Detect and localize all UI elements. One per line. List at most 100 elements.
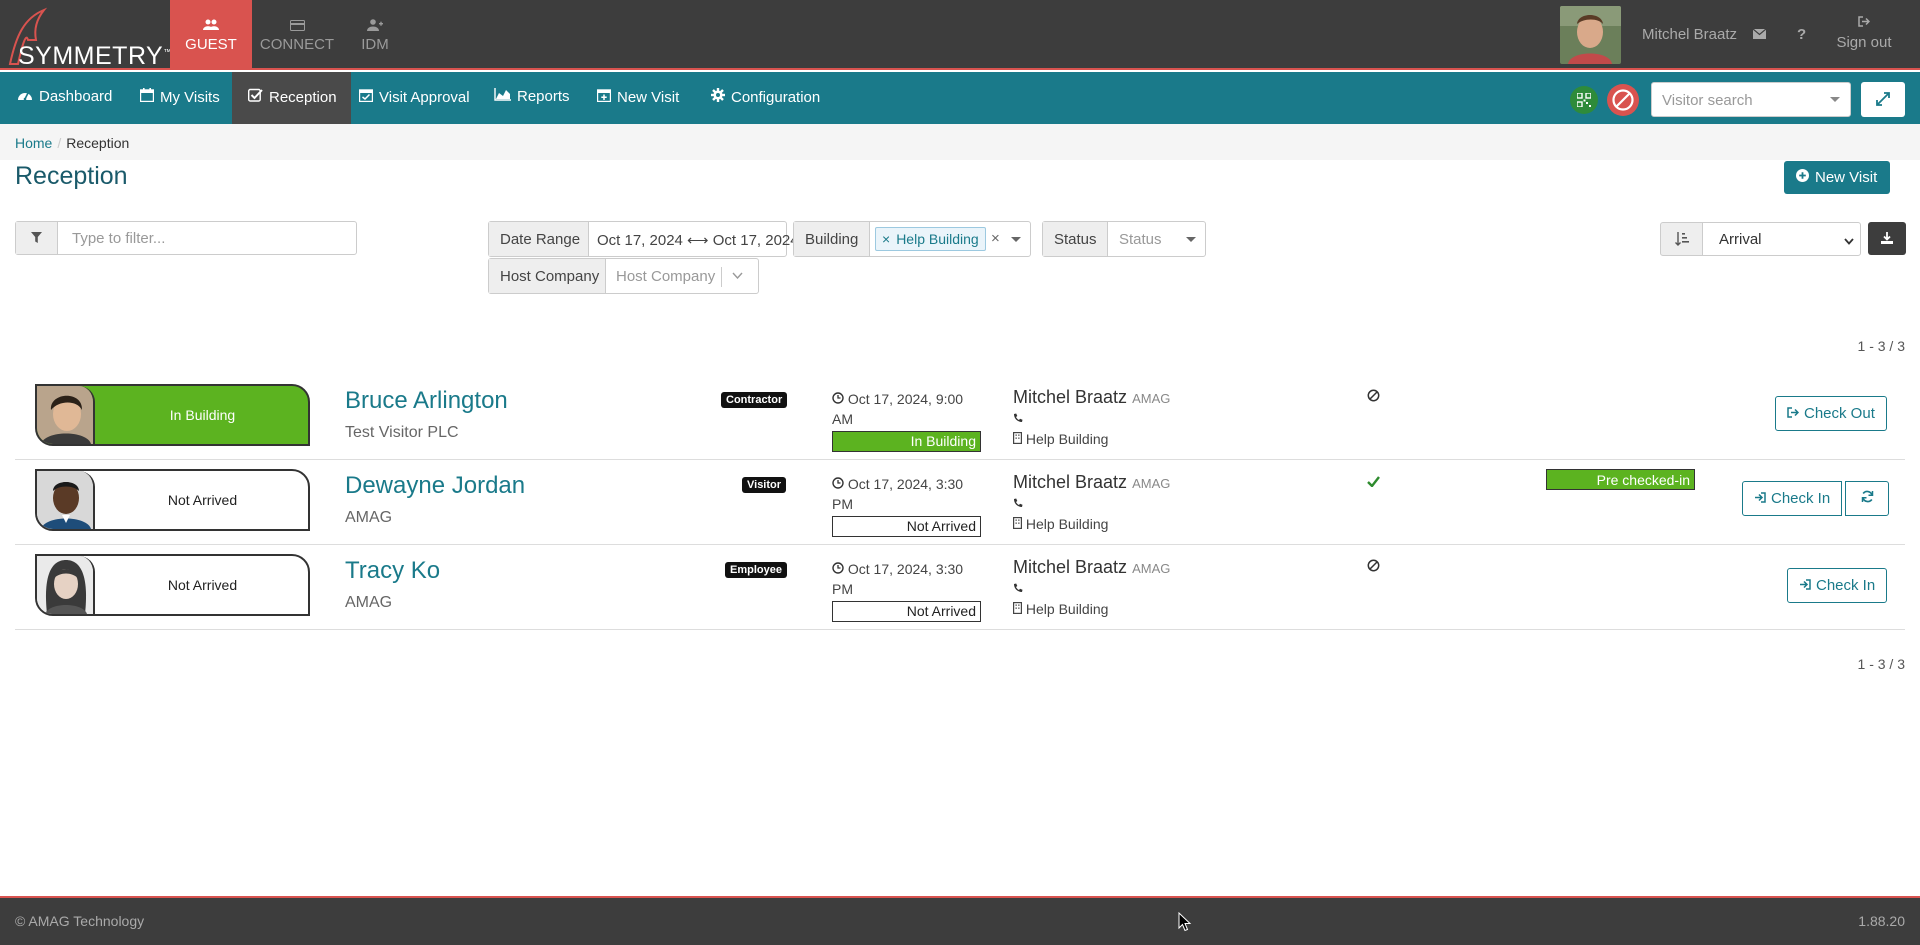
building-tag[interactable]: × Help Building bbox=[875, 227, 986, 251]
ban-icon bbox=[1367, 389, 1380, 405]
phone-icon bbox=[1013, 497, 1023, 511]
help-icon[interactable]: ? bbox=[1797, 26, 1806, 43]
visit-building: Help Building bbox=[1013, 431, 1108, 447]
check-icon bbox=[1367, 474, 1380, 490]
date-range-filter[interactable]: Date Range Oct 17, 2024 ⟷ Oct 17, 2024 bbox=[488, 221, 799, 257]
app-tab-idm[interactable]: IDM bbox=[334, 0, 416, 70]
nav-new-visit[interactable]: New Visit bbox=[596, 72, 679, 124]
visit-time: Oct 17, 2024, 3:30 PM bbox=[832, 559, 972, 599]
host-company-label: Host Company bbox=[489, 259, 606, 293]
remove-tag-icon[interactable]: × bbox=[882, 231, 890, 247]
sort-icon[interactable] bbox=[1660, 222, 1703, 256]
dashboard-icon bbox=[17, 88, 33, 105]
date-range-value[interactable]: Oct 17, 2024 ⟷ Oct 17, 2024 bbox=[597, 231, 799, 249]
visitor-photo bbox=[37, 556, 95, 614]
chevron-down-icon[interactable] bbox=[1186, 237, 1196, 242]
nav-reports[interactable]: Reports bbox=[494, 72, 570, 124]
user-avatar[interactable] bbox=[1560, 6, 1621, 64]
visitor-type-badge: Employee bbox=[725, 562, 787, 578]
chevron-down-icon[interactable] bbox=[1011, 237, 1021, 242]
host-company-placeholder[interactable]: Host Company bbox=[616, 268, 715, 285]
visit-row[interactable]: In Building Bruce Arlington Test Visitor… bbox=[15, 375, 1905, 460]
visit-building-text: Help Building bbox=[1025, 431, 1109, 447]
visit-building: Help Building bbox=[1013, 516, 1108, 532]
text-filter-input[interactable]: Type to filter... bbox=[72, 230, 165, 247]
divider bbox=[721, 267, 722, 287]
new-visit-button[interactable]: New Visit bbox=[1784, 161, 1890, 194]
check-in-label: Check In bbox=[1771, 490, 1831, 507]
building-filter[interactable]: Building × Help Building × bbox=[793, 221, 1031, 257]
mouse-cursor-icon bbox=[1178, 912, 1192, 932]
copyright: © AMAG Technology bbox=[15, 913, 145, 929]
filter-icon bbox=[16, 222, 58, 254]
check-in-button[interactable]: Check In bbox=[1742, 481, 1843, 516]
host-name-text: Mitchel Braatz bbox=[1013, 387, 1128, 407]
chevron-down-icon[interactable] bbox=[732, 266, 743, 282]
sign-out-button[interactable]: Sign out bbox=[1832, 16, 1896, 51]
status-filter[interactable]: Status Status bbox=[1042, 221, 1206, 257]
visit-time-line1: Oct 17, 2024, 9:00 bbox=[847, 391, 964, 407]
download-button[interactable] bbox=[1868, 222, 1906, 255]
visitor-name[interactable]: Dewayne Jordan bbox=[345, 472, 525, 500]
refresh-button[interactable] bbox=[1845, 481, 1889, 516]
host-name[interactable]: Mitchel Braatz AMAG bbox=[1013, 472, 1170, 493]
nav-label: Visit Approval bbox=[379, 89, 470, 106]
visitor-search-input[interactable]: Visitor search bbox=[1651, 82, 1851, 117]
qr-code-button[interactable] bbox=[1570, 86, 1598, 114]
visit-status-pill[interactable]: Not Arrived bbox=[35, 554, 310, 616]
host-name-text: Mitchel Braatz bbox=[1013, 557, 1128, 577]
visit-status-label: Not Arrived bbox=[832, 601, 981, 622]
sign-out-icon bbox=[1832, 16, 1896, 30]
fullscreen-button[interactable] bbox=[1861, 82, 1905, 117]
watchlist-block-button[interactable] bbox=[1607, 84, 1639, 116]
visit-status-label: Not Arrived bbox=[832, 516, 981, 537]
host-name[interactable]: Mitchel Braatz AMAG bbox=[1013, 387, 1170, 408]
user-name[interactable]: Mitchel Braatz bbox=[1642, 26, 1737, 43]
app-tab-connect[interactable]: CONNECT bbox=[256, 0, 338, 70]
download-icon bbox=[1881, 232, 1893, 244]
visit-status-pill[interactable]: In Building bbox=[35, 384, 310, 446]
host-company: AMAG bbox=[1132, 391, 1171, 406]
text-filter[interactable]: Type to filter... bbox=[15, 221, 357, 255]
building-icon bbox=[1013, 601, 1023, 617]
phone-icon bbox=[1013, 582, 1023, 596]
nav-reception[interactable]: Reception bbox=[232, 72, 351, 124]
visitor-name[interactable]: Tracy Ko bbox=[345, 557, 440, 585]
symmetry-logo[interactable]: SYMMETRY™ bbox=[6, 6, 171, 70]
sign-out-icon bbox=[1787, 407, 1800, 421]
app-tab-guest[interactable]: GUEST bbox=[170, 0, 252, 70]
check-in-button[interactable]: Check In bbox=[1787, 568, 1888, 603]
logo-text: SYMMETRY™ bbox=[18, 42, 172, 70]
envelope-icon[interactable] bbox=[1752, 26, 1767, 43]
host-name[interactable]: Mitchel Braatz AMAG bbox=[1013, 557, 1170, 578]
nav-dashboard[interactable]: Dashboard bbox=[17, 72, 112, 124]
host-company-filter[interactable]: Host Company Host Company bbox=[488, 258, 759, 294]
status-label: Status bbox=[1043, 222, 1108, 256]
expand-icon bbox=[1876, 92, 1890, 106]
visitor-name[interactable]: Bruce Arlington bbox=[345, 387, 508, 415]
visitor-type-badge: Contractor bbox=[721, 392, 788, 408]
building-icon bbox=[1013, 516, 1023, 532]
visit-status-pill[interactable]: Not Arrived bbox=[35, 469, 310, 531]
visitor-type-badge: Visitor bbox=[742, 477, 787, 493]
nav-visit-approval[interactable]: Visit Approval bbox=[358, 72, 470, 124]
pre-checked-in-badge: Pre checked-in bbox=[1546, 469, 1695, 490]
building-label: Building bbox=[794, 222, 870, 256]
breadcrumb-home[interactable]: Home bbox=[15, 135, 52, 151]
status-placeholder[interactable]: Status bbox=[1119, 231, 1162, 248]
visitor-photo bbox=[37, 386, 95, 444]
visit-row[interactable]: Not Arrived Dewayne Jordan AMAG Visitor … bbox=[15, 460, 1905, 545]
visit-row[interactable]: Not Arrived Tracy Ko AMAG Employee Oct 1… bbox=[15, 545, 1905, 630]
date-range-label: Date Range bbox=[489, 222, 589, 256]
check-out-button[interactable]: Check Out bbox=[1775, 396, 1887, 431]
users-icon bbox=[170, 18, 252, 34]
visit-status-label: In Building bbox=[832, 431, 981, 452]
nav-label: Dashboard bbox=[39, 88, 113, 105]
clear-icon[interactable]: × bbox=[991, 230, 1000, 247]
visit-time-line2: AM bbox=[832, 411, 853, 427]
sort-select[interactable]: Arrival bbox=[1702, 222, 1861, 256]
area-chart-icon bbox=[494, 88, 511, 105]
nav-configuration[interactable]: Configuration bbox=[711, 72, 820, 124]
nav-my-visits[interactable]: My Visits bbox=[139, 72, 220, 124]
visitor-company: AMAG bbox=[345, 509, 393, 526]
